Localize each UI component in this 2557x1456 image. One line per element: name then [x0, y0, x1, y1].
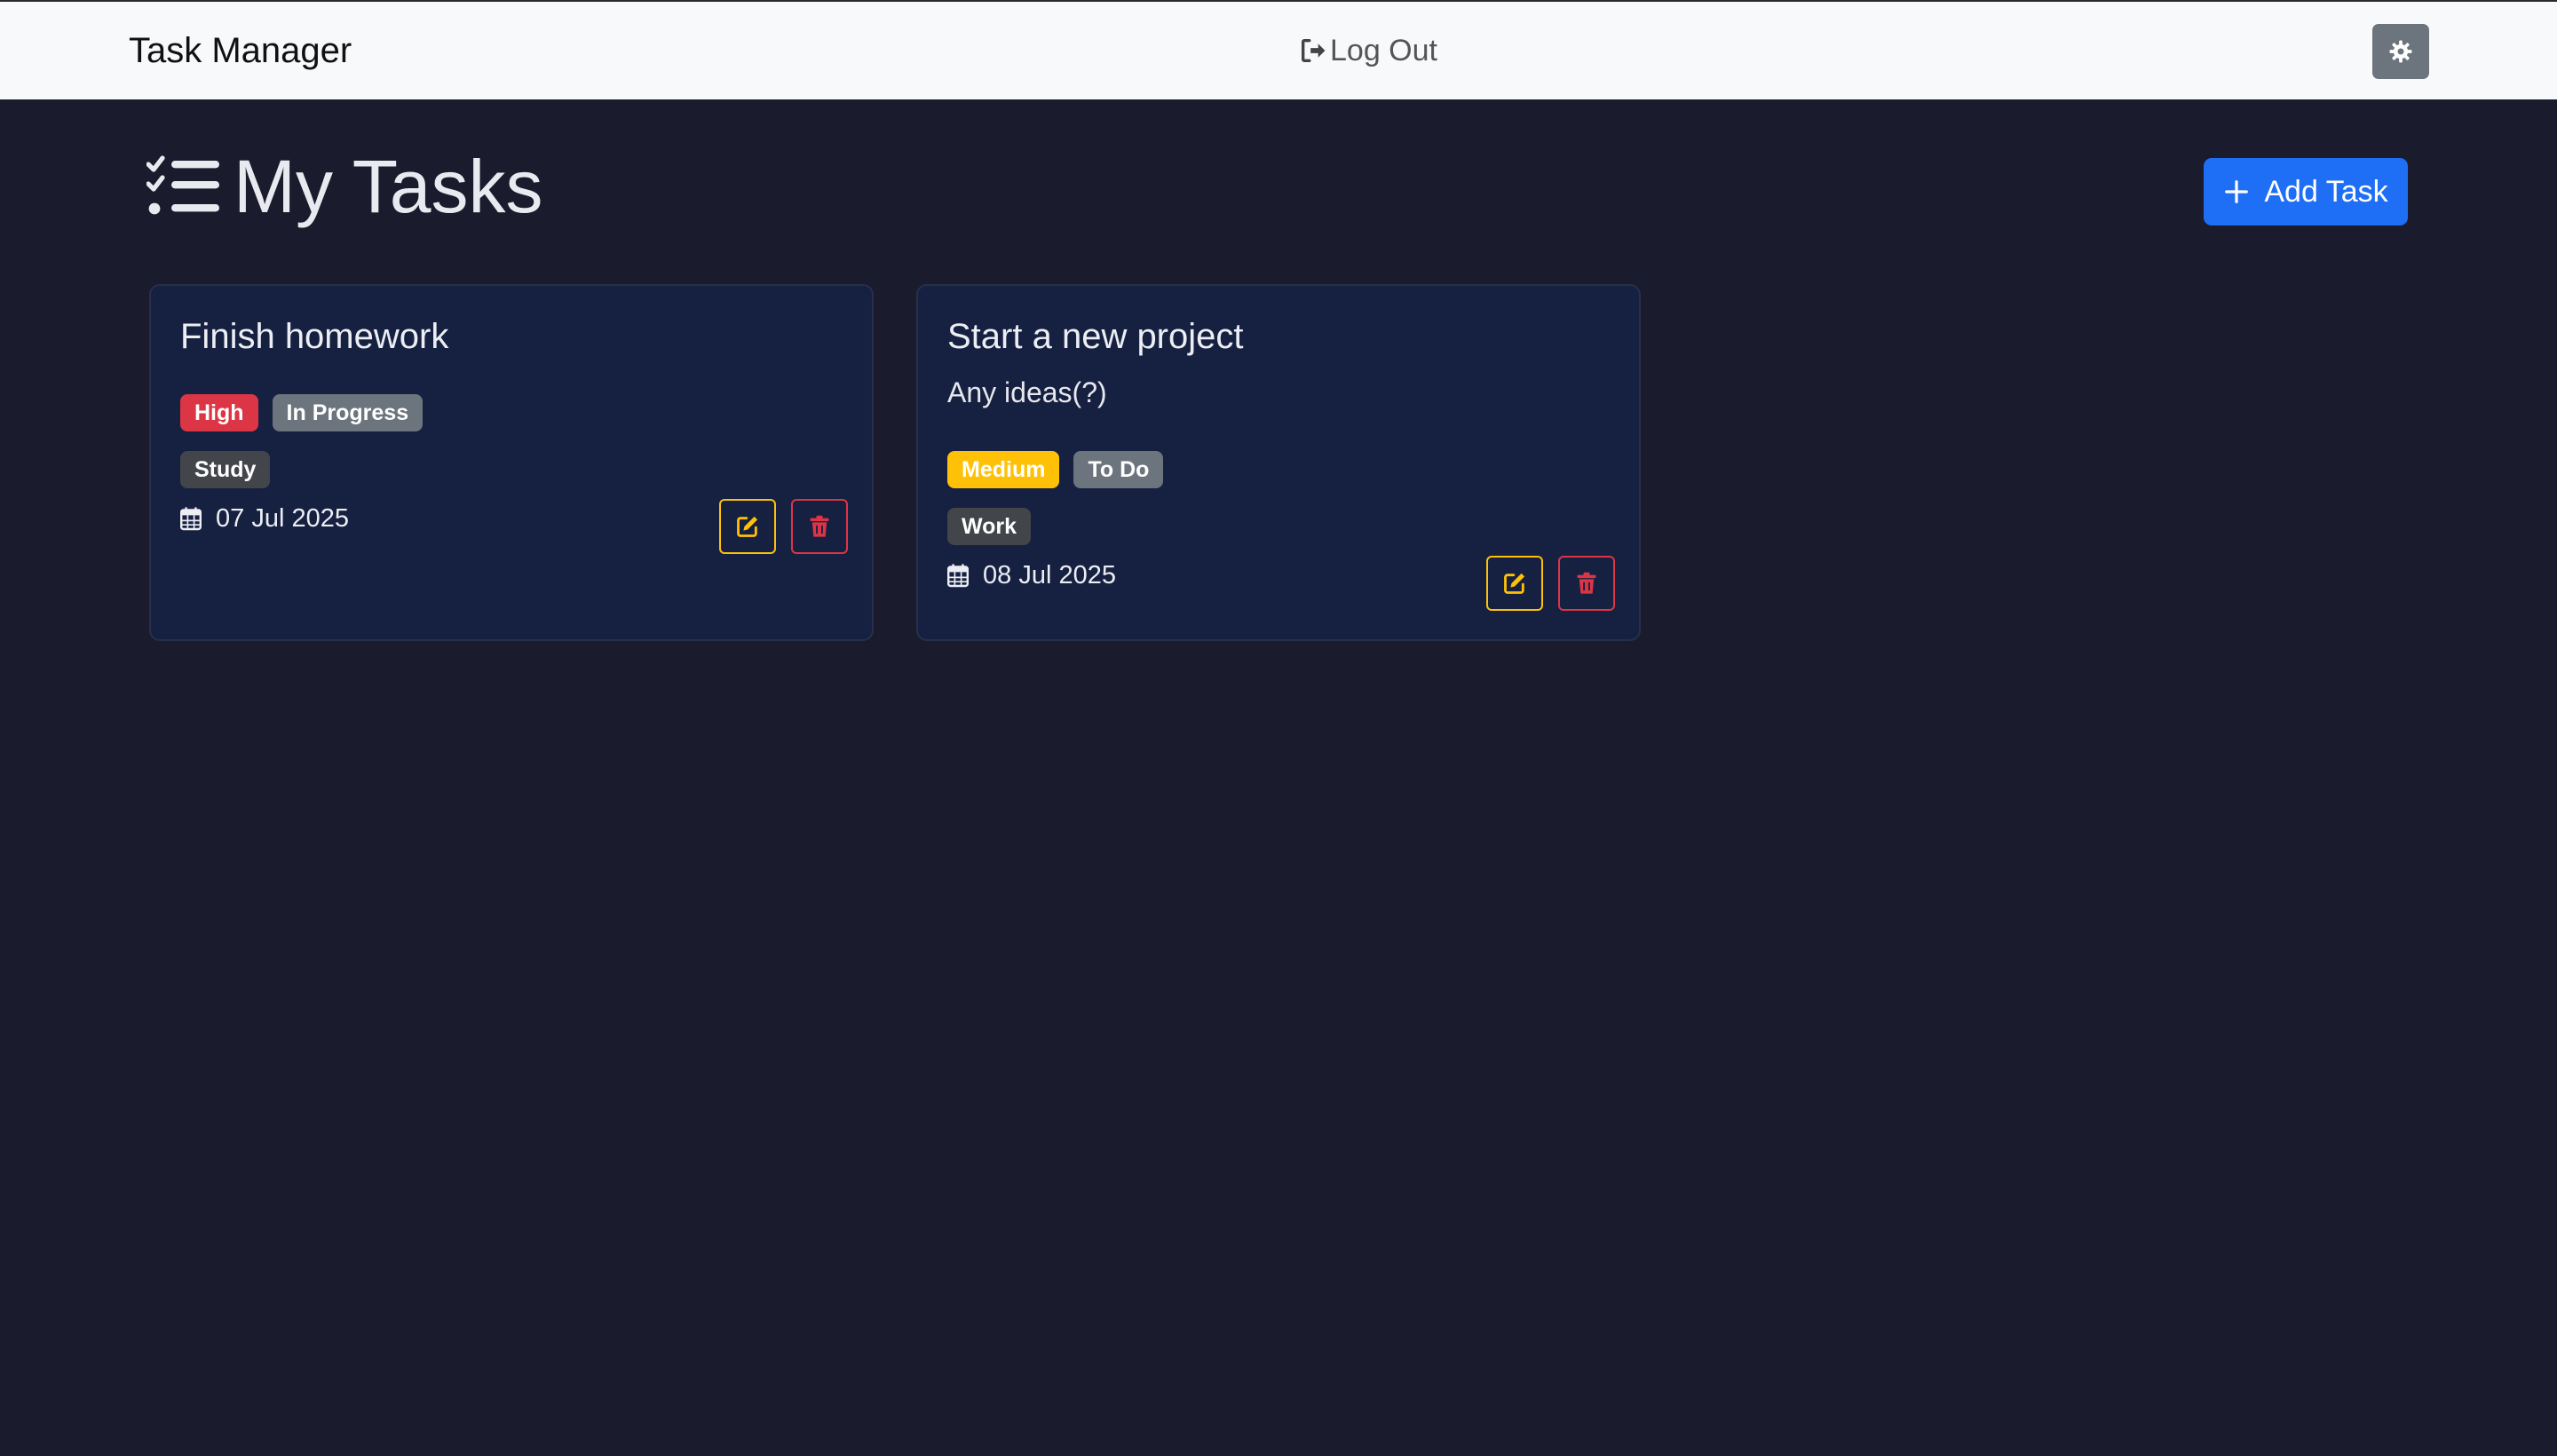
- task-title: Start a new project: [947, 317, 1244, 356]
- task-date: 07 Jul 2025: [180, 501, 349, 536]
- add-task-button[interactable]: Add Task: [2204, 158, 2408, 226]
- priority-badge: Medium: [947, 451, 1060, 488]
- task-badges: Medium To Do: [947, 451, 1164, 488]
- priority-badge: High: [180, 394, 258, 431]
- page-heading: My Tasks: [146, 146, 543, 226]
- delete-task-button[interactable]: [791, 499, 848, 554]
- task-date-text: 08 Jul 2025: [983, 561, 1116, 590]
- task-category: Study: [180, 451, 271, 488]
- trash-icon: [810, 515, 829, 537]
- page-title: My Tasks: [234, 145, 543, 228]
- edit-icon: [737, 516, 758, 537]
- calendar-icon: [180, 507, 202, 531]
- logout-link[interactable]: Log Out: [1298, 28, 1437, 73]
- edit-task-button[interactable]: [1486, 556, 1543, 611]
- logout-icon: [1301, 38, 1326, 63]
- task-description: Any ideas(?): [947, 376, 1107, 408]
- task-category: Work: [947, 508, 1032, 545]
- logout-label: Log Out: [1330, 33, 1437, 67]
- calendar-icon: [947, 564, 969, 588]
- gear-icon: [2389, 40, 2412, 63]
- status-badge: In Progress: [272, 394, 424, 431]
- task-title: Finish homework: [180, 317, 449, 356]
- task-card: Finish homework High In Progress Study 0…: [149, 284, 874, 641]
- task-list-icon: [146, 155, 219, 215]
- theme-toggle-button[interactable]: [2372, 24, 2429, 79]
- plus-icon: [2225, 180, 2249, 203]
- category-badge: Study: [180, 451, 271, 488]
- task-date: 08 Jul 2025: [947, 558, 1116, 593]
- brand-title[interactable]: Task Manager: [129, 28, 352, 73]
- task-badges: High In Progress: [180, 394, 424, 431]
- status-badge: To Do: [1073, 451, 1164, 488]
- navbar: Task Manager Log Out: [0, 0, 2557, 99]
- task-date-text: 07 Jul 2025: [216, 504, 349, 533]
- category-badge: Work: [947, 508, 1032, 545]
- edit-task-button[interactable]: [719, 499, 776, 554]
- trash-icon: [1577, 572, 1596, 594]
- delete-task-button[interactable]: [1558, 556, 1615, 611]
- task-card: Start a new project Any ideas(?) Medium …: [916, 284, 1641, 641]
- edit-icon: [1504, 573, 1525, 594]
- add-task-label: Add Task: [2264, 174, 2388, 209]
